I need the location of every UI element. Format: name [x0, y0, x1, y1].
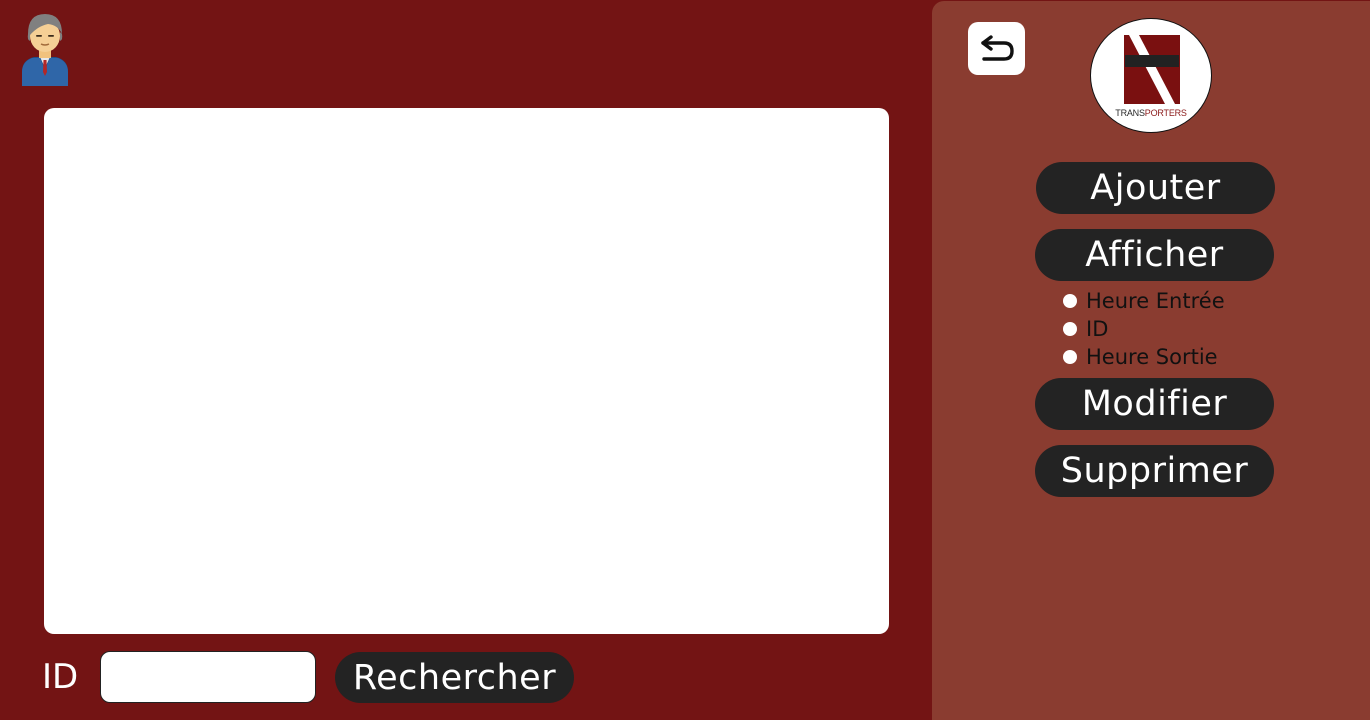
radio-button[interactable]	[1063, 350, 1077, 364]
id-search-label: ID	[42, 657, 79, 697]
company-logo: TRANSPORTERS	[1090, 18, 1212, 133]
sort-option-label: ID	[1086, 317, 1109, 341]
delete-button[interactable]: Supprimer	[1035, 445, 1274, 497]
add-button[interactable]: Ajouter	[1036, 162, 1275, 214]
back-arrow-icon	[980, 34, 1014, 61]
user-avatar-icon	[22, 14, 68, 86]
sort-option-heure-sortie[interactable]: Heure Sortie	[1063, 343, 1283, 371]
results-display-area	[44, 108, 889, 634]
sort-options: Heure Entrée ID Heure Sortie	[1063, 287, 1283, 371]
radio-button[interactable]	[1063, 322, 1077, 336]
sort-option-label: Heure Entrée	[1086, 289, 1225, 313]
sort-option-label: Heure Sortie	[1086, 345, 1218, 369]
search-button[interactable]: Rechercher	[335, 652, 574, 703]
logo-text: TRANSPORTERS	[1115, 108, 1187, 118]
radio-button[interactable]	[1063, 294, 1077, 308]
sort-option-id[interactable]: ID	[1063, 315, 1283, 343]
main-panel: ID Rechercher	[0, 0, 932, 720]
id-search-input[interactable]	[100, 651, 316, 703]
side-panel: TRANSPORTERS Ajouter Afficher Heure Entr…	[932, 1, 1370, 720]
back-button[interactable]	[968, 22, 1025, 75]
display-button[interactable]: Afficher	[1035, 229, 1274, 281]
modify-button[interactable]: Modifier	[1035, 378, 1274, 430]
sort-option-heure-entree[interactable]: Heure Entrée	[1063, 287, 1283, 315]
